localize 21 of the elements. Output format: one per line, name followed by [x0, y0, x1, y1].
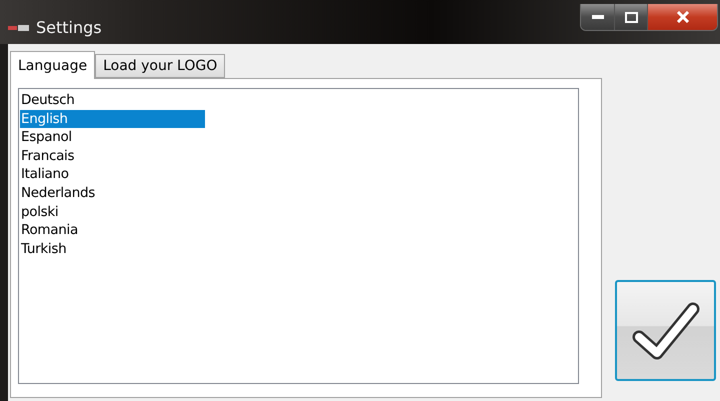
tab[interactable]: Language [10, 51, 96, 79]
language-item[interactable]: Nederlands [20, 184, 205, 203]
minimize-button[interactable] [581, 4, 614, 30]
language-item[interactable]: Espanol [20, 128, 205, 147]
language-item[interactable]: English [20, 110, 205, 128]
maximize-button[interactable] [614, 4, 647, 30]
ok-button[interactable] [615, 280, 716, 381]
language-item[interactable]: Italiano [20, 165, 205, 184]
maximize-icon [624, 12, 638, 22]
language-item[interactable]: Deutsch [20, 91, 205, 110]
close-icon [676, 11, 690, 23]
language-item[interactable]: Romania [20, 221, 205, 240]
minimize-icon [592, 15, 604, 19]
tab[interactable]: Load your LOGO [95, 54, 226, 78]
checkmark-icon [630, 300, 700, 360]
close-button[interactable] [647, 4, 717, 30]
language-item[interactable]: polski [20, 202, 205, 222]
window-title: Settings [36, 18, 103, 37]
language-item[interactable]: Francais [20, 146, 205, 166]
language-item[interactable]: Turkish [20, 240, 205, 258]
app-icon [8, 24, 30, 32]
